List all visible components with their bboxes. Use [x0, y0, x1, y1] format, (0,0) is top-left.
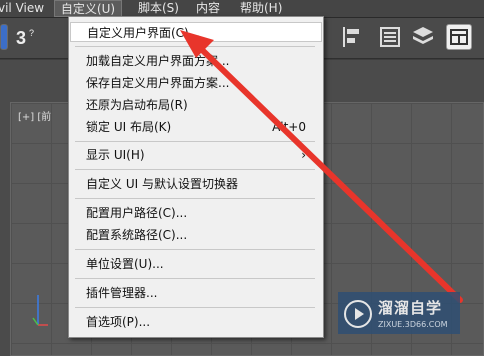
- watermark: 溜溜自学 ZIXUE.3D66.COM: [338, 292, 460, 334]
- watermark-logo-icon: [344, 300, 372, 328]
- watermark-subtitle: ZIXUE.3D66.COM: [378, 320, 448, 329]
- watermark-title: 溜溜自学: [378, 299, 443, 317]
